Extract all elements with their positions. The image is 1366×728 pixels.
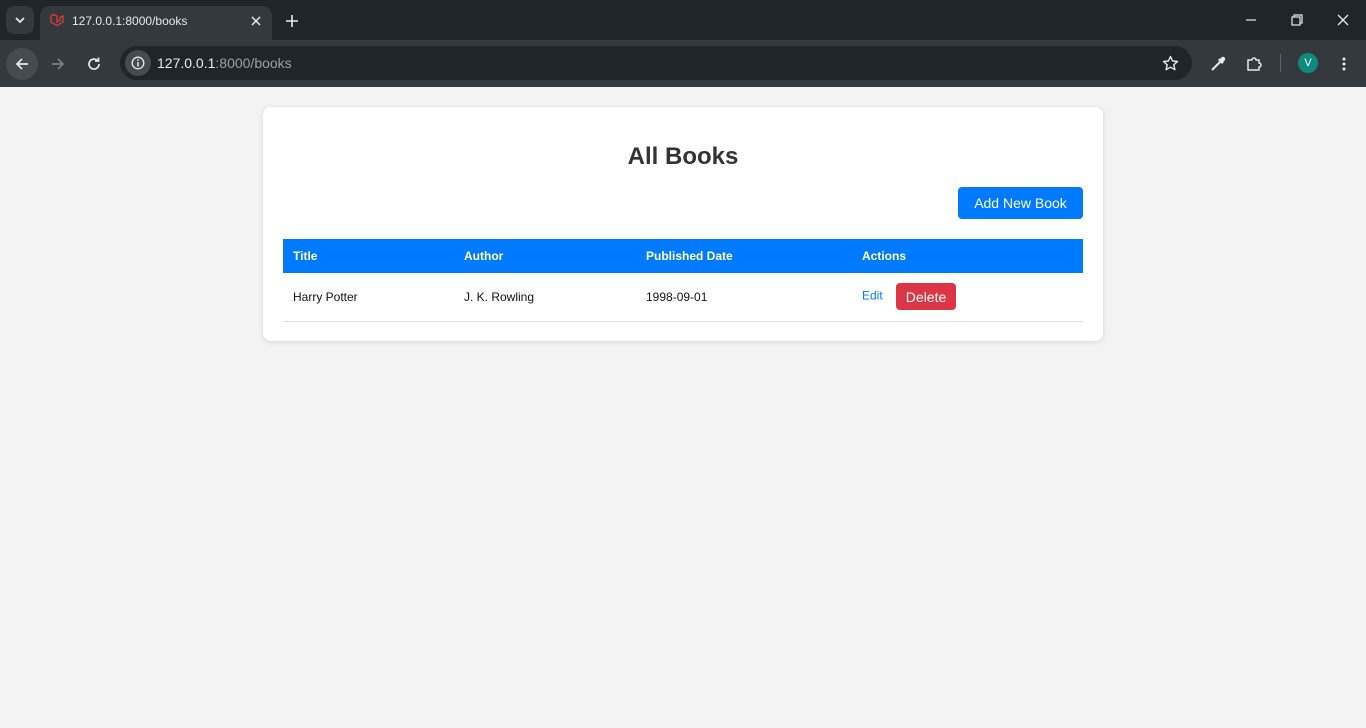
header-actions: Actions	[852, 239, 1083, 273]
page-title: All Books	[627, 143, 739, 170]
info-icon	[131, 56, 145, 70]
url-path: :8000/books	[215, 55, 292, 71]
bookmark-button[interactable]	[1160, 53, 1180, 73]
profile-avatar[interactable]: V	[1298, 53, 1318, 73]
eyedropper-icon	[1211, 56, 1226, 71]
add-new-book-button[interactable]: Add New Book	[958, 187, 1083, 219]
reload-icon	[88, 57, 100, 70]
table-row: Harry Potter J. K. Rowling 1998-09-01 Ed…	[283, 273, 1083, 322]
restore-button[interactable]	[1274, 0, 1320, 40]
url-text: 127.0.0.1:8000/books	[157, 55, 292, 71]
edit-link[interactable]: Edit	[862, 289, 883, 303]
new-tab-button[interactable]	[280, 9, 304, 33]
browser-toolbar: 127.0.0.1:8000/books V	[0, 40, 1366, 87]
minimize-icon	[1246, 19, 1256, 21]
table-header-row: Title Author Published Date Actions	[283, 239, 1083, 273]
toolbar-divider	[1280, 54, 1281, 72]
back-button[interactable]	[6, 48, 38, 80]
tab-title: 127.0.0.1:8000/books	[72, 14, 188, 28]
arrow-right-icon	[52, 58, 65, 70]
laravel-favicon-icon	[50, 13, 64, 27]
tab-close-button[interactable]	[246, 11, 266, 31]
url-host: 127.0.0.1	[157, 55, 216, 71]
active-tab[interactable]: 127.0.0.1:8000/books	[40, 6, 272, 40]
puzzle-icon	[1247, 57, 1262, 71]
site-info-button[interactable]	[125, 50, 151, 76]
books-card: All Books Add New Book Title Author Publ…	[263, 107, 1103, 341]
star-icon	[1162, 55, 1178, 70]
close-icon	[251, 16, 261, 26]
close-icon	[1337, 14, 1349, 26]
browser-menu-button[interactable]	[1332, 52, 1356, 76]
eyedropper-button[interactable]	[1206, 52, 1230, 76]
chevron-down-icon	[15, 17, 25, 24]
plus-icon	[286, 15, 298, 27]
header-author: Author	[454, 239, 636, 273]
book-date-cell: 1998-09-01	[636, 273, 852, 322]
restore-icon	[1291, 14, 1303, 26]
delete-button[interactable]: Delete	[896, 283, 957, 311]
tab-strip: 127.0.0.1:8000/books	[0, 0, 1366, 40]
book-author-cell: J. K. Rowling	[454, 273, 636, 322]
book-actions-cell: Edit Delete	[852, 273, 1083, 322]
header-title: Title	[283, 239, 454, 273]
book-title-cell: Harry Potter	[283, 273, 454, 322]
reload-button[interactable]	[78, 48, 110, 80]
arrow-left-icon	[15, 58, 28, 70]
books-table: Title Author Published Date Actions Harr…	[283, 239, 1083, 322]
forward-button[interactable]	[42, 48, 74, 80]
address-bar[interactable]: 127.0.0.1:8000/books	[120, 46, 1192, 80]
more-vertical-icon	[1342, 57, 1346, 71]
extensions-button[interactable]	[1242, 52, 1266, 76]
tab-search-button[interactable]	[6, 6, 34, 34]
minimize-button[interactable]	[1228, 0, 1274, 40]
window-close-button[interactable]	[1320, 0, 1366, 40]
header-published-date: Published Date	[636, 239, 852, 273]
